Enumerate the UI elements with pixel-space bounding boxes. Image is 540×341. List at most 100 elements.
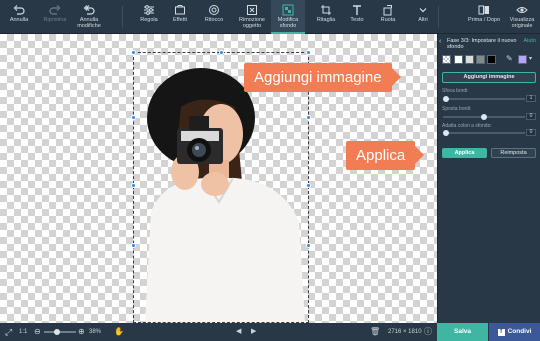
- slider-knob[interactable]: [54, 329, 60, 335]
- share-button[interactable]: f Condivi: [489, 323, 540, 341]
- resize-handle[interactable]: [306, 183, 311, 188]
- apply-button[interactable]: Applica: [442, 148, 487, 158]
- callout-apply: Applica: [346, 141, 425, 170]
- chevron-down-icon: [419, 8, 427, 13]
- blur-edges-value[interactable]: 1: [526, 95, 536, 102]
- crop-icon: [321, 5, 331, 15]
- swatch-white[interactable]: [454, 55, 463, 64]
- undo-all-button[interactable]: Annulla modifiche: [74, 0, 104, 34]
- adapt-colors-value[interactable]: 0: [526, 129, 536, 136]
- slider-knob[interactable]: [481, 114, 487, 120]
- object-removal-icon: [247, 5, 257, 15]
- zoom-slider[interactable]: [44, 329, 76, 335]
- background-icon: [282, 4, 294, 16]
- toolbar-divider: [438, 6, 439, 28]
- hand-tool-icon[interactable]: ✋: [114, 323, 124, 341]
- resize-handle[interactable]: [306, 50, 311, 55]
- shift-edges-label: Sposta bordi:: [442, 106, 472, 112]
- zoom-in-icon[interactable]: ⊕: [78, 323, 85, 341]
- eye-icon: [516, 7, 528, 13]
- change-background-button[interactable]: Modifica sfondo: [271, 0, 305, 34]
- redo-button[interactable]: Ripristina: [38, 0, 72, 34]
- photo-editor-app: Annulla Ripristina Annulla modifiche Reg…: [0, 0, 540, 341]
- adapt-colors-label: Adatta colori a sfondo:: [442, 123, 492, 129]
- fit-screen-icon[interactable]: ⤢: [5, 323, 12, 341]
- compare-icon: [478, 5, 489, 15]
- object-removal-button[interactable]: Rimozione oggetto: [234, 0, 270, 34]
- toolbar-divider: [122, 6, 123, 28]
- view-original-button[interactable]: Visualizza originale: [505, 0, 539, 34]
- trash-icon[interactable]: 🗑: [370, 323, 380, 341]
- undo-all-label: Annulla modifiche: [77, 17, 101, 29]
- effects-icon: [175, 5, 185, 15]
- shift-edges-value[interactable]: 0: [526, 113, 536, 120]
- undo-all-icon: [83, 5, 95, 15]
- retouch-button[interactable]: Ritocco: [200, 0, 228, 34]
- save-button[interactable]: Salva: [437, 323, 488, 341]
- resize-handle[interactable]: [219, 50, 224, 55]
- text-label: Testo: [350, 17, 364, 23]
- callout-arrow: [391, 68, 401, 86]
- retouch-label: Ritocco: [204, 17, 224, 23]
- rotate-label: Ruota: [380, 17, 396, 23]
- slider-knob[interactable]: [443, 130, 449, 136]
- next-image-icon[interactable]: ▶: [251, 323, 256, 341]
- swatch-black[interactable]: [487, 55, 496, 64]
- text-button[interactable]: Testo: [343, 0, 371, 34]
- blur-edges-label: Sfoca bordi:: [442, 88, 469, 94]
- resize-handle[interactable]: [131, 115, 136, 120]
- slider-knob[interactable]: [443, 96, 449, 102]
- panel-title: Fase 3/3: Impostare il nuovo sfondo: [447, 38, 517, 50]
- callout-apply-text: Applica: [356, 147, 406, 164]
- resize-handle[interactable]: [306, 243, 311, 248]
- redo-label: Ripristina: [43, 17, 67, 23]
- sliders-icon: [144, 5, 154, 15]
- resize-handle[interactable]: [306, 115, 311, 120]
- zoom-level: 38%: [89, 329, 102, 335]
- back-arrow-icon[interactable]: ‹: [439, 38, 441, 45]
- before-after-button[interactable]: Prima / Dopo: [466, 0, 502, 34]
- effects-button[interactable]: Effetti: [166, 0, 194, 34]
- change-background-label: Modifica sfondo: [277, 17, 299, 29]
- swatch-light-gray[interactable]: [465, 55, 474, 64]
- swatch-custom-color[interactable]: [518, 55, 527, 64]
- crop-button[interactable]: Ritaglia: [311, 0, 341, 34]
- callout-add-image-text: Aggiungi immagine: [254, 69, 382, 86]
- facebook-icon: f: [497, 329, 505, 336]
- eyedropper-icon[interactable]: ✎: [506, 54, 513, 63]
- rotate-button[interactable]: Ruota: [374, 0, 402, 34]
- reset-button[interactable]: Reimposta: [491, 148, 536, 158]
- prev-image-icon[interactable]: ◀: [236, 323, 241, 341]
- adjust-button[interactable]: Regola: [135, 0, 163, 34]
- image-canvas[interactable]: Aggiungi immagine Applica: [0, 34, 437, 323]
- resize-handle[interactable]: [131, 50, 136, 55]
- selection-frame[interactable]: [131, 50, 311, 323]
- effects-label: Effetti: [173, 17, 187, 23]
- swatch-gray[interactable]: [476, 55, 485, 64]
- zoom-out-icon[interactable]: ⊖: [34, 323, 41, 341]
- more-button[interactable]: Altri: [411, 0, 435, 34]
- shift-edges-slider[interactable]: [443, 114, 525, 120]
- actual-size-button[interactable]: 1:1: [19, 323, 27, 341]
- more-label: Altri: [418, 17, 428, 23]
- add-image-button[interactable]: Aggiungi immagine: [442, 72, 536, 83]
- adapt-colors-slider[interactable]: [443, 130, 525, 136]
- object-removal-label: Rimozione oggetto: [239, 17, 265, 29]
- background-panel: ‹ Fase 3/3: Impostare il nuovo sfondo Ai…: [437, 34, 540, 323]
- help-link[interactable]: Aiuto: [523, 38, 536, 44]
- rotate-icon: [383, 5, 392, 16]
- undo-button[interactable]: Annulla: [2, 0, 36, 34]
- crop-label: Ritaglia: [316, 17, 336, 23]
- resize-handle[interactable]: [131, 243, 136, 248]
- adjust-label: Regola: [140, 17, 158, 23]
- undo-label: Annulla: [9, 17, 29, 23]
- callout-add-image: Aggiungi immagine: [244, 63, 401, 92]
- info-icon[interactable]: ⓘ: [424, 323, 432, 341]
- resize-handle[interactable]: [131, 183, 136, 188]
- image-dimensions: 2716 × 1810: [388, 329, 422, 335]
- swatch-transparent[interactable]: [442, 55, 451, 64]
- chevron-down-icon[interactable]: ▾: [529, 55, 532, 62]
- view-original-label: Visualizza originale: [509, 17, 535, 29]
- text-icon: [353, 5, 361, 15]
- blur-edges-slider[interactable]: [443, 96, 525, 102]
